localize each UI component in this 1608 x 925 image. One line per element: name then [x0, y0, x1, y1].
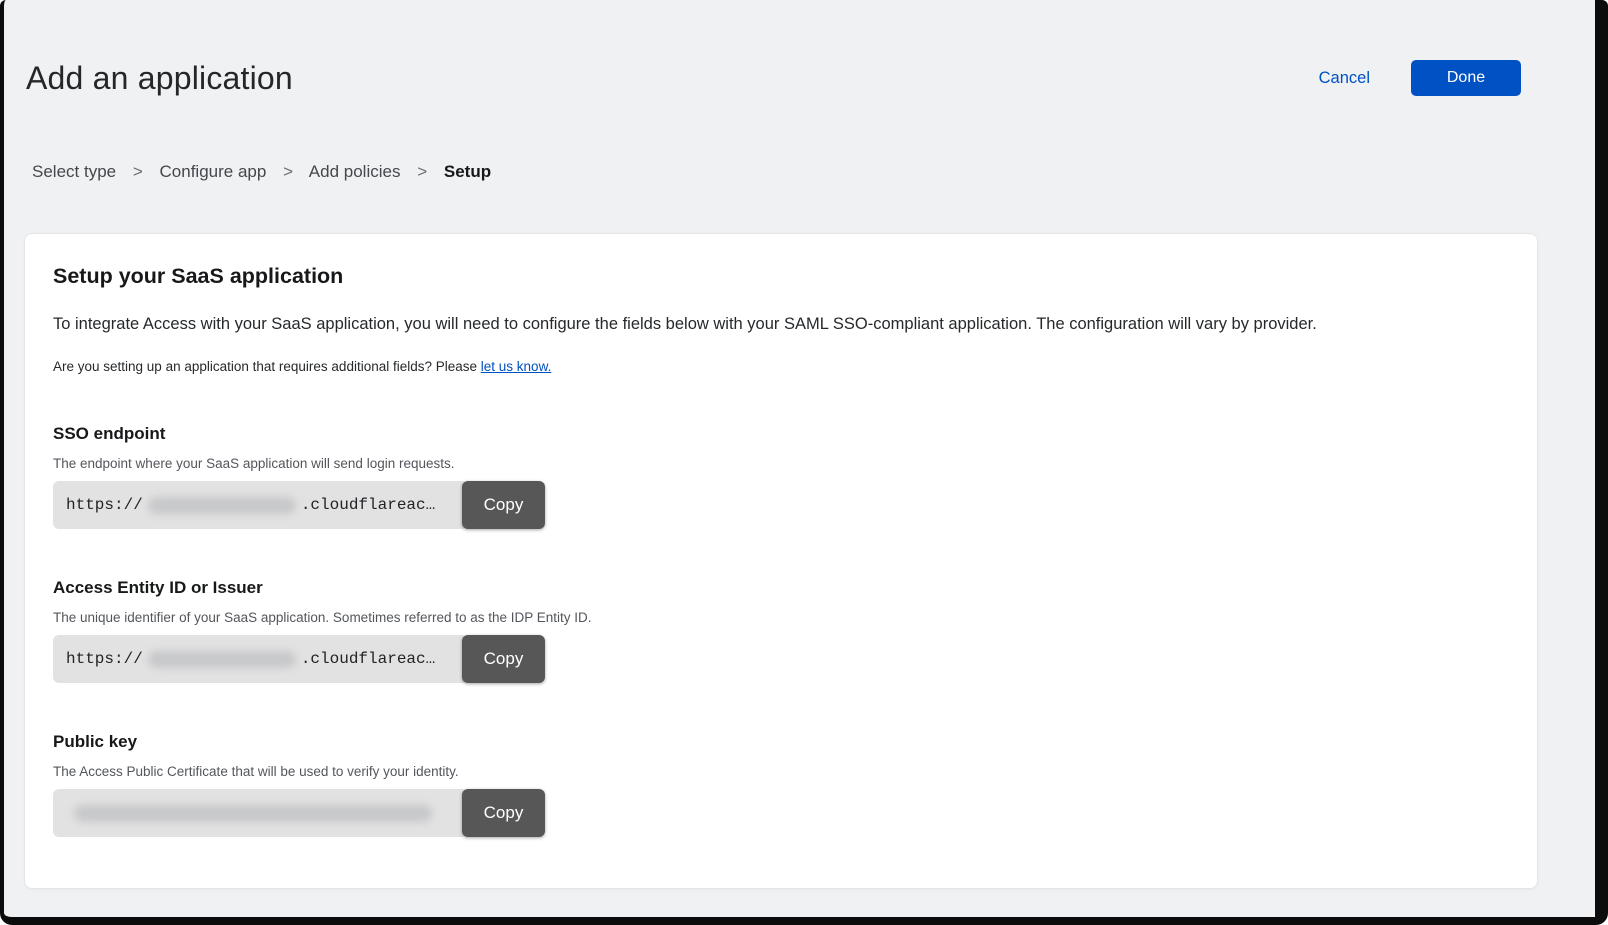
add-application-page: Add an application Cancel Done Select ty… — [4, 58, 1595, 889]
setup-card: Setup your SaaS application To integrate… — [24, 233, 1538, 889]
field-access-entity-id: Access Entity ID or Issuer The unique id… — [53, 578, 1509, 683]
breadcrumb-step-configure-app[interactable]: Configure app — [160, 162, 267, 181]
note-text: Are you setting up an application that r… — [53, 359, 481, 374]
breadcrumb-separator: > — [283, 162, 293, 181]
field-description: The endpoint where your SaaS application… — [53, 456, 1509, 471]
entity-id-copy-row: https:// .cloudflareac… Copy — [53, 635, 545, 683]
sso-endpoint-copy-button[interactable]: Copy — [462, 481, 545, 529]
let-us-know-link[interactable]: let us know. — [481, 359, 552, 374]
value-prefix: https:// — [66, 496, 143, 514]
page-header: Add an application Cancel Done — [26, 58, 1521, 98]
field-label: Public key — [53, 732, 1509, 752]
public-key-copy-button[interactable]: Copy — [462, 789, 545, 837]
redacted-text — [148, 651, 296, 668]
field-label: SSO endpoint — [53, 424, 1509, 444]
breadcrumb-step-setup: Setup — [444, 162, 491, 181]
breadcrumb-step-add-policies[interactable]: Add policies — [309, 162, 401, 181]
cancel-button[interactable]: Cancel — [1319, 69, 1370, 88]
field-description: The Access Public Certificate that will … — [53, 764, 1509, 779]
redacted-text — [74, 805, 432, 822]
field-description: The unique identifier of your SaaS appli… — [53, 610, 1509, 625]
public-key-copy-row: Copy — [53, 789, 545, 837]
breadcrumb-separator: > — [417, 162, 427, 181]
field-label: Access Entity ID or Issuer — [53, 578, 1509, 598]
value-prefix: https:// — [66, 650, 143, 668]
value-suffix: .cloudflareac… — [301, 496, 435, 514]
value-suffix: .cloudflareac… — [301, 650, 435, 668]
card-note: Are you setting up an application that r… — [53, 359, 1509, 374]
breadcrumb-step-select-type[interactable]: Select type — [32, 162, 116, 181]
done-button[interactable]: Done — [1411, 60, 1521, 96]
breadcrumb: Select type > Configure app > Add polici… — [32, 162, 1595, 182]
redacted-text — [148, 497, 296, 514]
header-actions: Cancel Done — [1319, 60, 1521, 96]
sso-endpoint-copy-row: https:// .cloudflareac… Copy — [53, 481, 545, 529]
card-title: Setup your SaaS application — [53, 264, 1509, 289]
entity-id-value: https:// .cloudflareac… — [53, 635, 468, 683]
entity-id-copy-button[interactable]: Copy — [462, 635, 545, 683]
screenshot-frame: Add an application Cancel Done Select ty… — [0, 0, 1608, 925]
field-sso-endpoint: SSO endpoint The endpoint where your Saa… — [53, 424, 1509, 529]
field-public-key: Public key The Access Public Certificate… — [53, 732, 1509, 837]
page-title: Add an application — [26, 58, 293, 98]
public-key-value — [53, 789, 468, 837]
card-intro-text: To integrate Access with your SaaS appli… — [53, 313, 1509, 335]
breadcrumb-separator: > — [133, 162, 143, 181]
sso-endpoint-value: https:// .cloudflareac… — [53, 481, 468, 529]
